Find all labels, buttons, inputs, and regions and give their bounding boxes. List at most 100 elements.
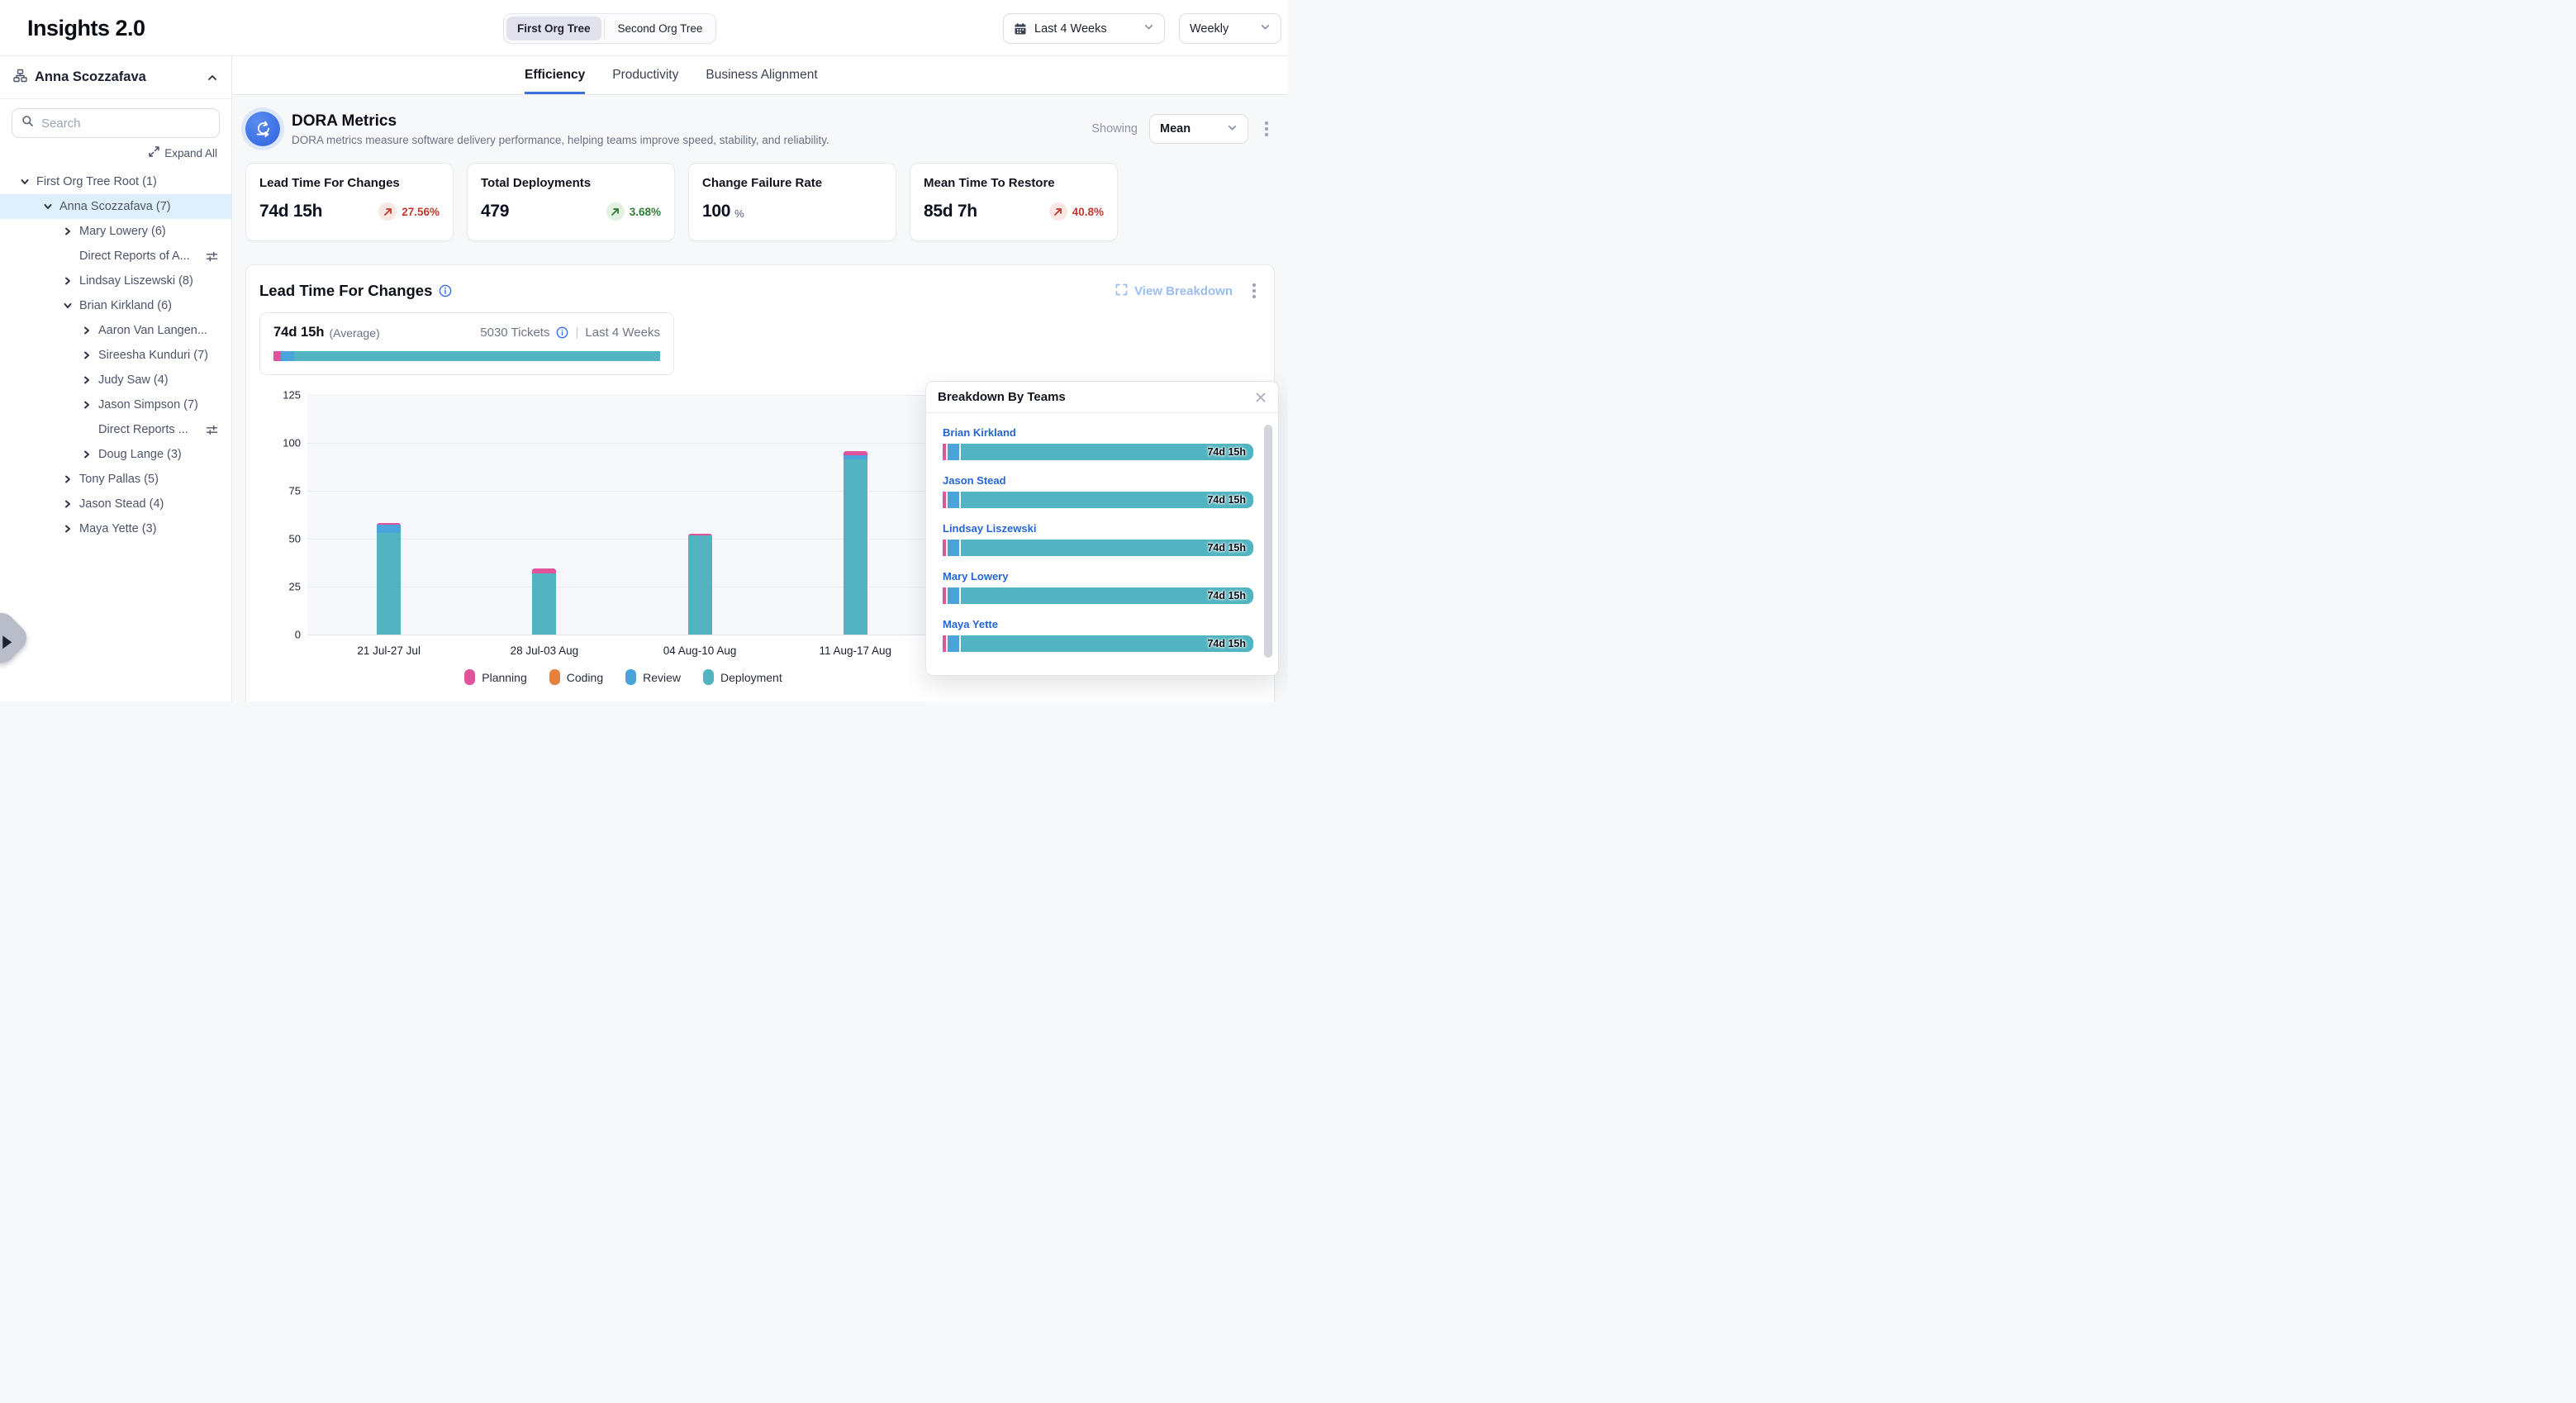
legend-label: Planning	[482, 671, 527, 684]
tree-item[interactable]: Aaron Van Langen...	[0, 318, 231, 343]
team-name-link[interactable]: Brian Kirkland	[943, 426, 1253, 439]
expand-icon	[1115, 283, 1128, 299]
info-icon[interactable]	[556, 326, 568, 339]
team-phase-bar: 74d 15h	[943, 492, 1253, 508]
lead-time-chart: 0255075100125 21 Jul-27 Jul28 Jul-03 Aug…	[307, 395, 939, 685]
team-name-link[interactable]: Mary Lowery	[943, 570, 1253, 583]
metric-card: Total Deployments4793.68%	[467, 163, 675, 241]
tree-item[interactable]: Doug Lange (3)	[0, 442, 231, 467]
legend-swatch	[549, 669, 560, 685]
tree-item[interactable]: Direct Reports ...	[0, 417, 231, 442]
view-breakdown-button[interactable]: View Breakdown	[1115, 283, 1233, 299]
tree-item[interactable]: Lindsay Liszewski (8)	[0, 269, 231, 293]
trend-badge: 40.8%	[1049, 202, 1104, 221]
chevron-right-icon[interactable]	[63, 474, 74, 485]
chevron-right-icon[interactable]	[82, 449, 93, 460]
legend-item-deployment: Deployment	[703, 669, 782, 685]
metric-card-unit: %	[734, 207, 744, 220]
trend-delta: 27.56%	[402, 206, 440, 218]
team-name-link[interactable]: Lindsay Liszewski	[943, 522, 1253, 535]
trend-badge: 27.56%	[378, 202, 440, 221]
breakdown-team: Maya Yette 74d 15h	[943, 618, 1253, 652]
tab-business-alignment[interactable]: Business Alignment	[706, 56, 817, 94]
scrollbar-thumb[interactable]	[1264, 425, 1272, 658]
toggle-second-org-tree[interactable]: Second Org Tree	[607, 17, 714, 40]
chevron-right-icon[interactable]	[82, 375, 93, 386]
content: DORA Metrics DORA metrics measure softwa…	[232, 95, 1288, 702]
tree-item[interactable]: Mary Lowery (6)	[0, 219, 231, 244]
caret-right-icon	[2, 635, 12, 649]
org-tree-user-row[interactable]: Anna Scozzafava	[0, 56, 231, 99]
expand-all-button[interactable]: Expand All	[0, 138, 231, 159]
chevron-right-icon[interactable]	[63, 499, 74, 510]
tree-item[interactable]: Judy Saw (4)	[0, 368, 231, 392]
metric-card-title: Lead Time For Changes	[259, 176, 440, 190]
metric-card: Change Failure Rate100%	[688, 163, 896, 241]
chevron-right-icon[interactable]	[63, 276, 74, 287]
tree-item-label: Jason Simpson (7)	[98, 398, 198, 411]
dora-header: DORA Metrics DORA metrics measure softwa…	[245, 105, 1275, 153]
aggregation-select[interactable]: Mean	[1149, 114, 1248, 144]
chevron-right-icon[interactable]	[63, 524, 74, 535]
tab-productivity[interactable]: Productivity	[612, 56, 678, 94]
search-box[interactable]	[12, 108, 220, 138]
app-title: Insights 2.0	[27, 16, 145, 41]
tree-item[interactable]: Maya Yette (3)	[0, 516, 231, 541]
team-name-link[interactable]: Maya Yette	[943, 618, 1253, 630]
x-tick-label: 11 Aug-17 Aug	[819, 644, 891, 657]
tree-item[interactable]: Jason Simpson (7)	[0, 392, 231, 417]
chevron-right-icon[interactable]	[63, 226, 74, 237]
search-input[interactable]	[41, 117, 207, 131]
kebab-menu-icon[interactable]	[1248, 280, 1261, 302]
tree-item[interactable]: Direct Reports of A...	[0, 244, 231, 269]
tree-item[interactable]: Anna Scozzafava (7)	[0, 194, 231, 219]
metric-card-value: 85d 7h	[924, 202, 977, 221]
aggregation-value: Mean	[1160, 122, 1191, 136]
metric-card-title: Change Failure Rate	[702, 176, 882, 190]
bar-segment-review	[948, 635, 959, 652]
sliders-icon[interactable]	[206, 424, 218, 436]
divider: |	[575, 326, 578, 340]
legend-label: Deployment	[720, 671, 782, 684]
tree-item[interactable]: Brian Kirkland (6)	[0, 293, 231, 318]
breakdown-team: Brian Kirkland74d 15h	[943, 426, 1253, 460]
tree-item-label: Aaron Van Langen...	[98, 324, 207, 337]
close-icon[interactable]	[1255, 392, 1267, 403]
chevron-right-icon[interactable]	[82, 400, 93, 411]
search-icon	[21, 115, 34, 131]
tab-efficiency[interactable]: Efficiency	[525, 56, 585, 94]
metric-card-value-row: 85d 7h 40.8%	[924, 202, 1104, 221]
tree-item[interactable]: First Org Tree Root (1)	[0, 169, 231, 194]
legend-item-coding: Coding	[549, 669, 603, 685]
tree-item[interactable]: Sireesha Kunduri (7)	[0, 343, 231, 368]
tree-item-label: Lindsay Liszewski (8)	[79, 274, 193, 288]
x-tick-label: 04 Aug-10 Aug	[663, 644, 737, 657]
chevron-right-icon[interactable]	[82, 350, 93, 361]
granularity-select[interactable]: Weekly	[1179, 13, 1281, 44]
info-icon[interactable]	[439, 284, 452, 297]
chevron-down-icon[interactable]	[63, 301, 74, 312]
tree-item[interactable]: Jason Stead (4)	[0, 492, 231, 516]
kebab-menu-icon[interactable]	[1260, 118, 1273, 140]
chevron-down-icon[interactable]	[20, 177, 31, 188]
tree-item-label: Direct Reports ...	[98, 423, 188, 436]
chevron-right-icon[interactable]	[82, 326, 93, 336]
bar-segment-deployment	[688, 535, 712, 635]
date-range-select[interactable]: Last 4 Weeks	[1003, 13, 1165, 44]
chevron-spacer	[82, 425, 93, 435]
chevron-down-icon	[1227, 122, 1238, 136]
bar-segment-deployment	[377, 533, 401, 635]
legend-label: Coding	[567, 671, 603, 684]
team-phase-bar: 74d 15h	[943, 635, 1253, 652]
sliders-icon[interactable]	[206, 250, 218, 263]
y-tick-label: 100	[264, 437, 301, 449]
metric-card-value: 74d 15h	[259, 202, 322, 221]
team-name-link[interactable]: Jason Stead	[943, 474, 1253, 487]
legend-item-planning: Planning	[464, 669, 527, 685]
chevron-up-icon[interactable]	[207, 72, 218, 83]
chevron-down-icon[interactable]	[43, 202, 54, 212]
chevron-down-icon	[1143, 21, 1154, 36]
lead-time-summary: 74d 15h (Average) 5030 Tickets | Last 4 …	[259, 312, 674, 375]
toggle-first-org-tree[interactable]: First Org Tree	[506, 17, 601, 40]
tree-item[interactable]: Tony Pallas (5)	[0, 467, 231, 492]
